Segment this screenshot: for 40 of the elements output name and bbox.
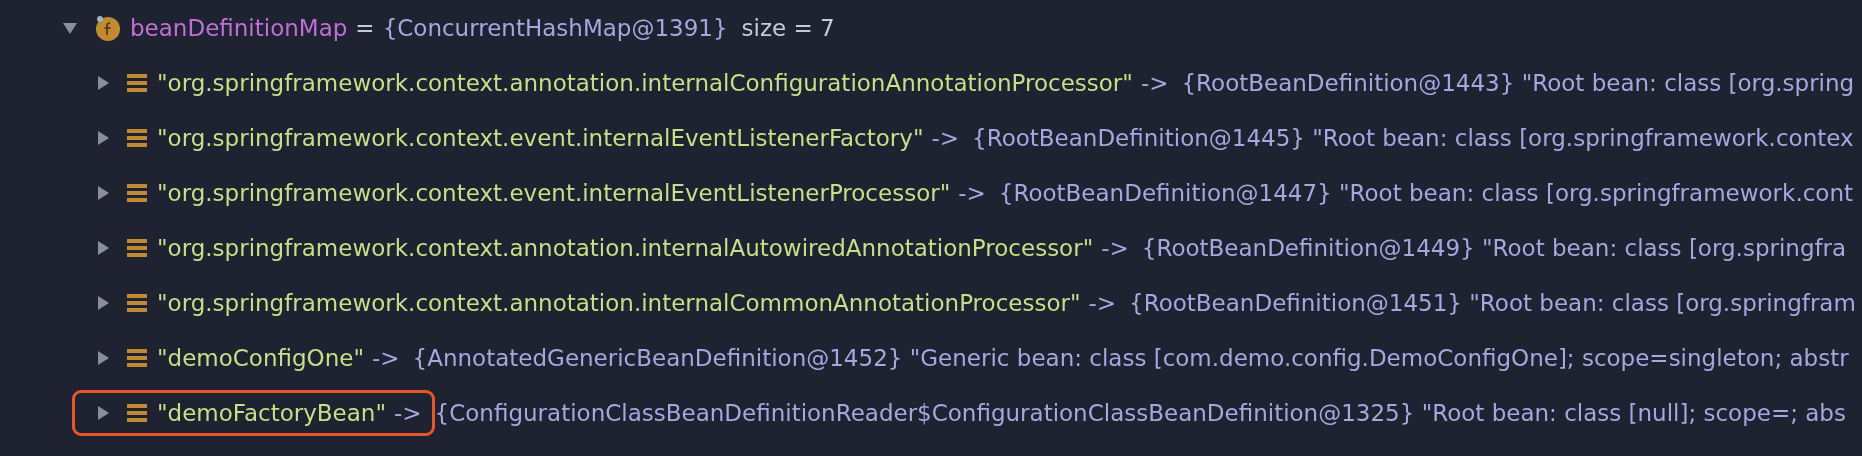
map-entry-icon	[127, 347, 147, 368]
arrow-operator: ->	[372, 344, 400, 371]
size-label: size = 7	[741, 14, 835, 41]
arrow-operator: ->	[394, 399, 422, 426]
map-entry-icon	[127, 402, 147, 423]
operator: =	[355, 14, 375, 41]
map-value: {RootBeanDefinition@1443} "Root bean: class [org.spring	[1181, 69, 1855, 96]
map-key: "org.springframework.context.event.internalEventListenerProcessor"	[157, 179, 951, 206]
expand-toggle-icon[interactable]	[95, 239, 111, 256]
map-entry-icon	[127, 182, 147, 203]
map-key: "org.springframework.context.annotation.internalAutowiredAnnotationProcessor"	[157, 234, 1094, 261]
map-key: "org.springframework.context.annotation.internalCommonAnnotationProcessor"	[157, 289, 1081, 316]
map-value: {AnnotatedGenericBeanDefinition@1452} "Generic bean: class [com.demo.config.DemoConfigOne]; scope=singleton; abstr	[412, 344, 1849, 371]
arrow-operator: ->	[958, 179, 986, 206]
map-entry-icon	[127, 292, 147, 313]
map-value: {RootBeanDefinition@1449} "Root bean: class [org.springfra	[1141, 234, 1847, 261]
map-key: "demoFactoryBean"	[157, 399, 386, 426]
map-entry-icon	[127, 127, 147, 148]
expand-toggle-icon[interactable]	[95, 184, 111, 201]
arrow-operator: ->	[1101, 234, 1129, 261]
map-value: {RootBeanDefinition@1445} "Root bean: class [org.springframework.contex	[972, 124, 1854, 151]
map-value: {RootBeanDefinition@1447} "Root bean: class [org.springframework.cont	[998, 179, 1853, 206]
variable-value: {ConcurrentHashMap@1391}	[382, 14, 728, 41]
map-key: "org.springframework.context.annotation.internalConfigurationAnnotationProcessor"	[157, 69, 1133, 96]
expand-toggle-icon[interactable]	[95, 349, 111, 366]
map-key: "demoConfigOne"	[157, 344, 364, 371]
arrow-operator: ->	[931, 124, 960, 151]
arrow-operator: ->	[1140, 69, 1169, 96]
map-value: {ConfigurationClassBeanDefinitionReader$ConfigurationClassBeanDefinition@1325} "Root bean: class [null]; scope=; abs	[434, 399, 1846, 426]
variable-name: beanDefinitionMap	[130, 14, 348, 41]
arrow-operator: ->	[1088, 289, 1117, 316]
map-entry-icon	[127, 237, 147, 258]
expand-toggle-icon[interactable]	[95, 404, 111, 421]
map-key: "org.springframework.context.event.internalEventListenerFactory"	[157, 124, 924, 151]
field-icon	[94, 13, 122, 42]
expand-toggle-icon[interactable]	[95, 74, 111, 91]
map-value: {RootBeanDefinition@1451} "Root bean: class [org.springfram	[1129, 289, 1856, 316]
expand-toggle-icon[interactable]	[95, 129, 111, 146]
expand-toggle-icon[interactable]	[95, 294, 111, 311]
map-entry-icon	[127, 72, 147, 93]
